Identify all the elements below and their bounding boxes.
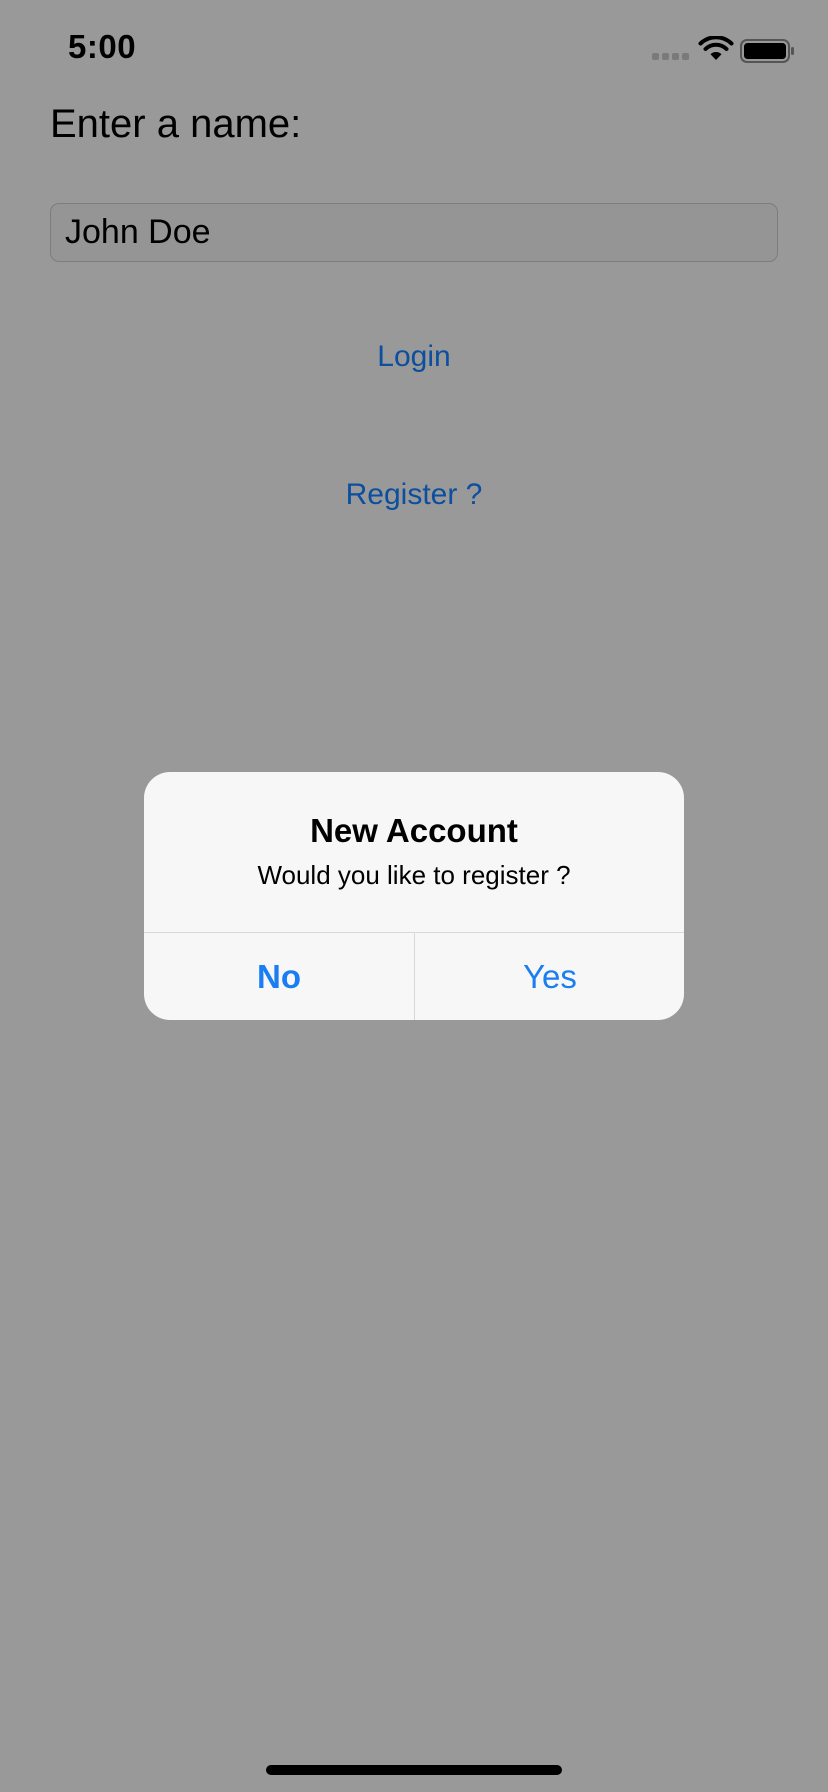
battery-icon — [740, 39, 794, 63]
name-input[interactable]: John Doe — [50, 203, 778, 262]
wifi-icon — [698, 36, 734, 60]
alert-message: Would you like to register ? — [257, 860, 571, 890]
status-time: 5:00 — [68, 28, 137, 65]
alert-no-button[interactable]: No — [144, 933, 414, 1020]
cellular-signal-icon — [652, 53, 689, 60]
alert-yes-button[interactable]: Yes — [415, 933, 684, 1020]
register-button[interactable]: Register ? — [0, 478, 828, 512]
home-indicator[interactable] — [266, 1765, 562, 1775]
alert-title: New Account — [310, 812, 518, 849]
new-account-alert: New Account Would you like to register ?… — [144, 772, 684, 1020]
login-button[interactable]: Login — [0, 340, 828, 374]
app-screen: 5:00 Enter a name: John Doe Login Regist… — [0, 0, 828, 1792]
name-prompt-label: Enter a name: — [50, 102, 302, 146]
